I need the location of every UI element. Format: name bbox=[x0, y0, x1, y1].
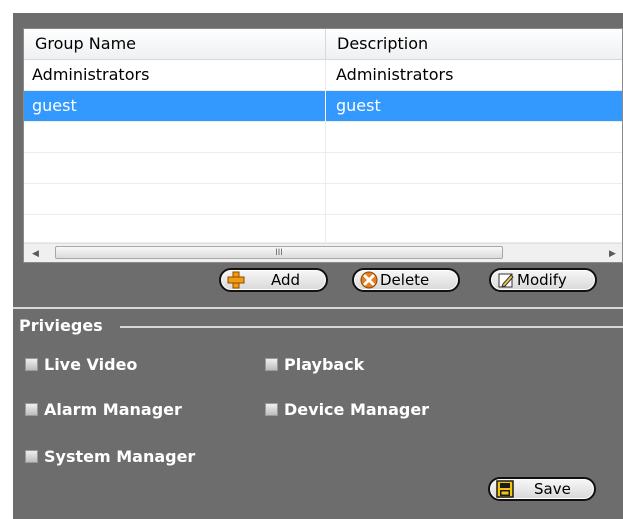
empty-cell bbox=[24, 153, 326, 183]
modify-button-label: Modify bbox=[517, 271, 567, 289]
plus-icon bbox=[227, 271, 245, 289]
divider bbox=[13, 307, 623, 309]
empty-row bbox=[24, 122, 622, 153]
add-button-label: Add bbox=[271, 271, 301, 289]
checkbox-box[interactable] bbox=[265, 403, 278, 416]
empty-row bbox=[24, 153, 622, 184]
delete-button[interactable]: Delete bbox=[352, 268, 460, 292]
checkbox-box[interactable] bbox=[25, 358, 38, 371]
cell-group-name: Administrators bbox=[24, 60, 326, 90]
table-row-selected[interactable]: guest guest bbox=[24, 91, 622, 122]
empty-cell bbox=[326, 122, 622, 152]
checkbox-box[interactable] bbox=[25, 450, 38, 463]
scroll-thumb[interactable]: III bbox=[55, 246, 503, 259]
checkbox-label: Playback bbox=[284, 355, 365, 374]
cell-description: Administrators bbox=[336, 65, 454, 84]
delete-button-label: Delete bbox=[380, 271, 430, 289]
column-header-description[interactable]: Description bbox=[326, 29, 622, 59]
empty-cell bbox=[326, 215, 622, 245]
table-row[interactable]: Administrators Administrators bbox=[24, 60, 622, 91]
cell-group-name: guest bbox=[24, 91, 326, 121]
empty-cell bbox=[24, 184, 326, 214]
cell-description: guest bbox=[336, 96, 381, 115]
save-button[interactable]: Save bbox=[488, 477, 596, 501]
scroll-left-arrow-icon[interactable]: ◀ bbox=[26, 244, 45, 262]
checkbox-box[interactable] bbox=[25, 403, 38, 416]
x-icon bbox=[360, 271, 378, 289]
checkbox-label: Alarm Manager bbox=[44, 400, 182, 419]
modify-button[interactable]: Modify bbox=[489, 268, 597, 292]
save-button-label: Save bbox=[534, 480, 571, 498]
empty-cell bbox=[24, 215, 326, 245]
empty-cell bbox=[326, 184, 622, 214]
privileges-group-title: Privieges bbox=[19, 316, 103, 335]
pencil-icon bbox=[498, 273, 514, 288]
save-icon bbox=[496, 480, 514, 498]
scroll-right-arrow-icon[interactable]: ▶ bbox=[603, 244, 622, 262]
empty-row bbox=[24, 184, 622, 215]
checkbox-label: Device Manager bbox=[284, 400, 430, 419]
empty-row bbox=[24, 215, 622, 245]
checkbox-box[interactable] bbox=[265, 358, 278, 371]
table-header: Group Name Description bbox=[24, 29, 622, 60]
scroll-grip: III bbox=[275, 247, 283, 257]
column-header-group-name[interactable]: Group Name bbox=[24, 29, 326, 59]
empty-cell bbox=[24, 122, 326, 152]
empty-cell bbox=[326, 153, 622, 183]
checkbox-label: System Manager bbox=[44, 447, 196, 466]
group-box-border bbox=[120, 326, 623, 328]
horizontal-scrollbar[interactable]: ◀ III ▶ bbox=[24, 243, 622, 262]
group-table[interactable]: Group Name Description Administrators Ad… bbox=[23, 28, 623, 263]
user-group-panel: Group Name Description Administrators Ad… bbox=[13, 13, 623, 519]
add-button[interactable]: Add bbox=[219, 268, 328, 292]
checkbox-label: Live Video bbox=[44, 355, 138, 374]
